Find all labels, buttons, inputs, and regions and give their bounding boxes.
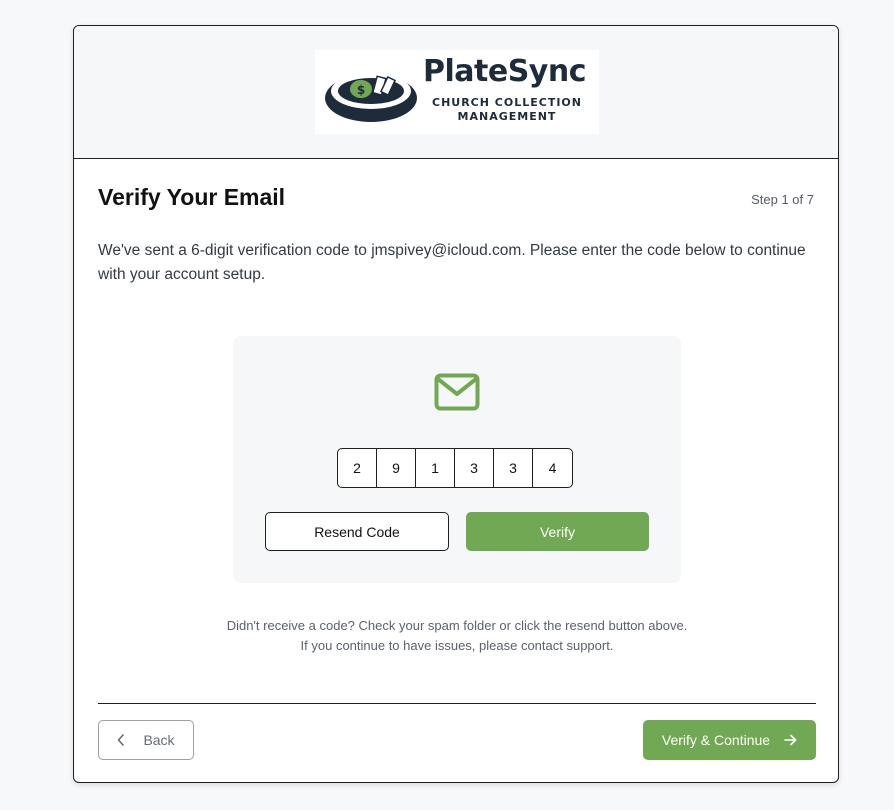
code-digit-3[interactable]: 1 bbox=[416, 449, 455, 487]
step-indicator: Step 1 of 7 bbox=[751, 192, 814, 207]
collection-plate-icon: $ bbox=[325, 73, 417, 122]
code-digit-5[interactable]: 3 bbox=[494, 449, 533, 487]
code-digit-6[interactable]: 4 bbox=[533, 449, 572, 487]
onboarding-card: $ PlateSync CHURCH COLLECTION MANAGEMENT… bbox=[73, 25, 839, 783]
logo-tagline: CHURCH COLLECTION MANAGEMENT bbox=[427, 96, 587, 124]
verify-and-continue-button[interactable]: Verify & Continue bbox=[643, 720, 816, 760]
code-digit-4[interactable]: 3 bbox=[455, 449, 494, 487]
mail-icon bbox=[434, 373, 480, 411]
logo-tagline-line1: CHURCH COLLECTION bbox=[432, 96, 582, 109]
back-button-label: Back bbox=[143, 732, 175, 748]
chevron-left-icon bbox=[118, 734, 125, 746]
back-button[interactable]: Back bbox=[98, 720, 194, 760]
arrow-right-icon bbox=[784, 734, 797, 746]
verification-code-input: 2 9 1 3 3 4 bbox=[337, 448, 573, 488]
verify-button[interactable]: Verify bbox=[466, 512, 649, 551]
platesync-logo: $ PlateSync CHURCH COLLECTION MANAGEMENT bbox=[315, 50, 599, 134]
footer-divider bbox=[98, 703, 816, 704]
logo-wordmark: PlateSync bbox=[423, 54, 587, 89]
page-title: Verify Your Email bbox=[98, 184, 286, 210]
verify-and-continue-label: Verify & Continue bbox=[661, 732, 771, 748]
intro-text: We've sent a 6-digit verification code t… bbox=[98, 242, 806, 283]
code-digit-1[interactable]: 2 bbox=[338, 449, 377, 487]
help-text: Didn't receive a code? Check your spam f… bbox=[226, 618, 688, 653]
code-digit-2[interactable]: 9 bbox=[377, 449, 416, 487]
card-header: $ PlateSync CHURCH COLLECTION MANAGEMENT bbox=[74, 26, 838, 159]
svg-text:$: $ bbox=[357, 83, 365, 97]
resend-code-button[interactable]: Resend Code bbox=[265, 512, 449, 551]
verification-panel: 2 9 1 3 3 4 Resend Code Verify bbox=[233, 336, 681, 583]
logo-tagline-line2: MANAGEMENT bbox=[457, 110, 557, 123]
